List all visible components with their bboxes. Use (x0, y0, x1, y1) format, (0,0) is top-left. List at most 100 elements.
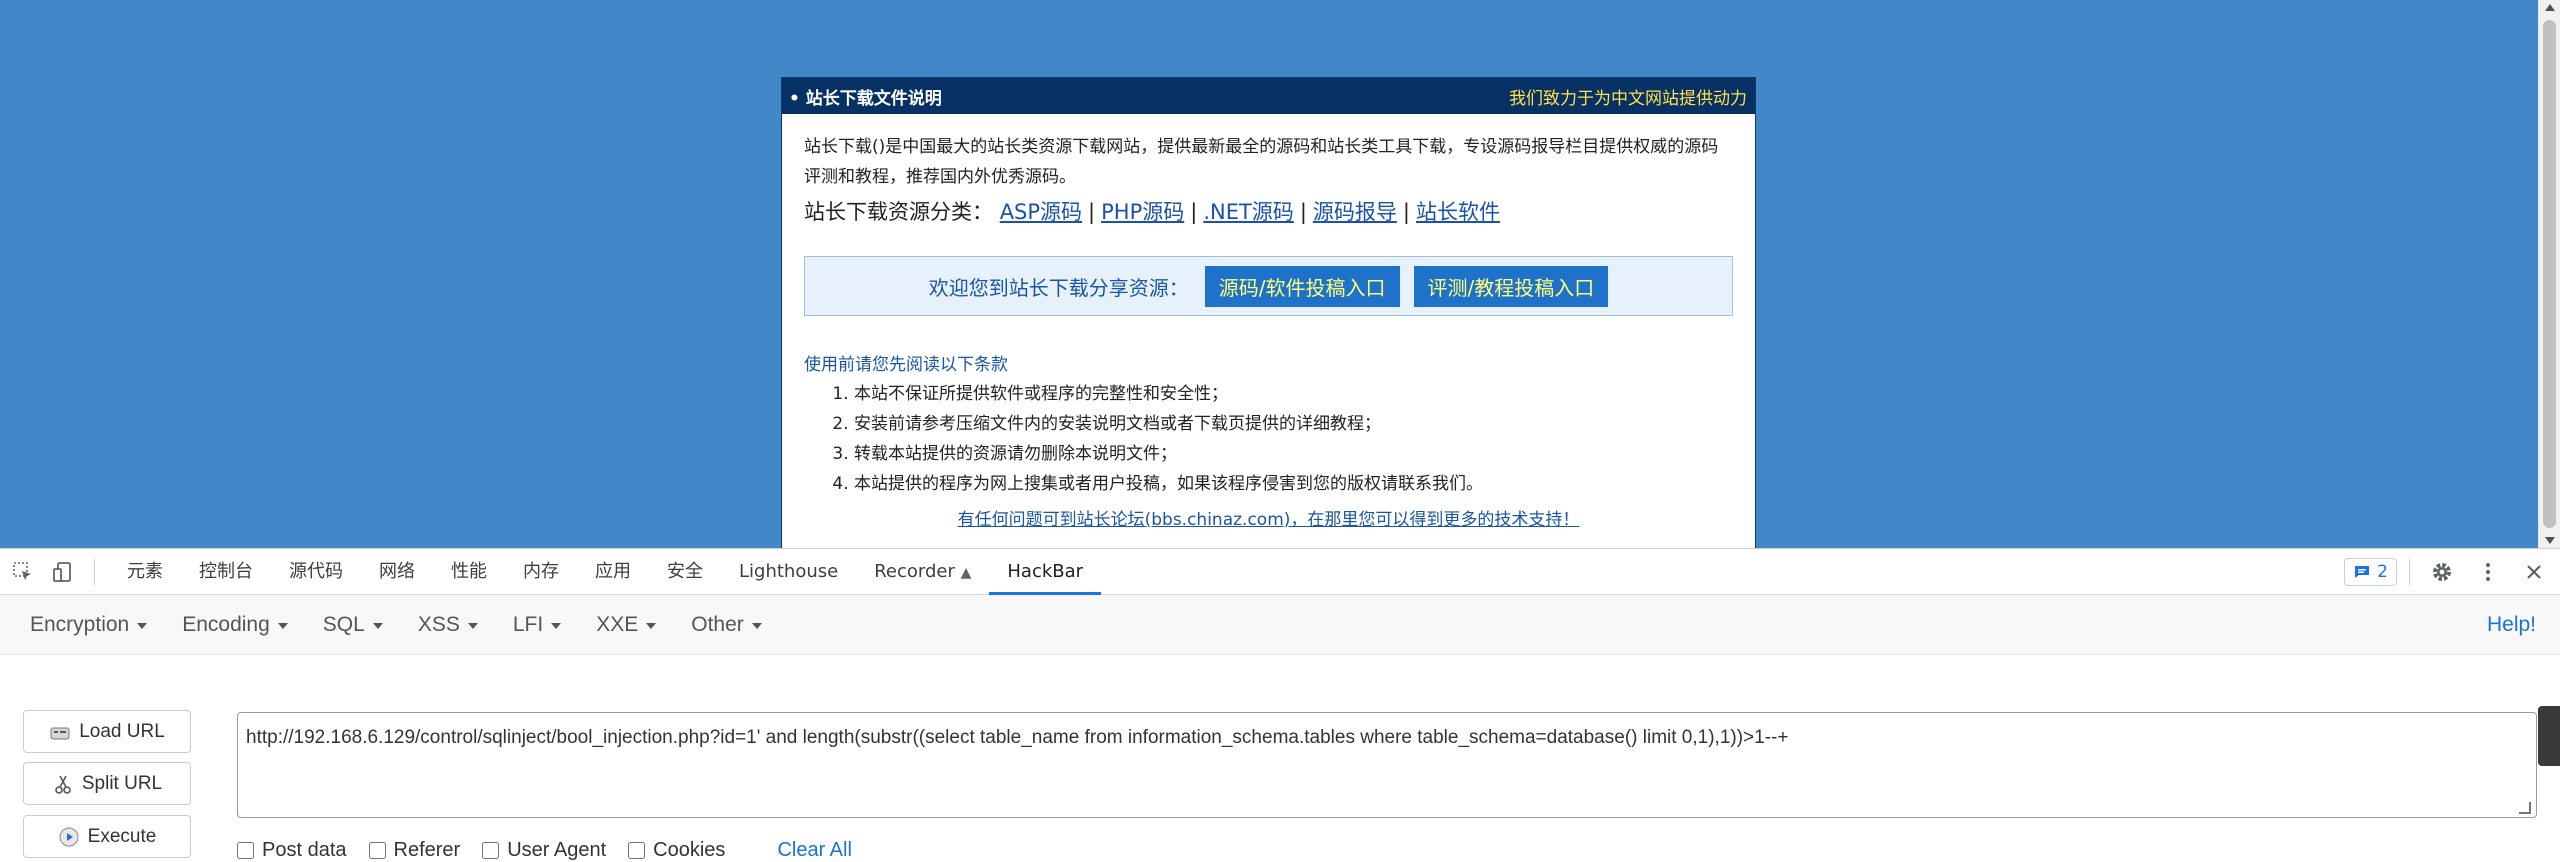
more-options-icon[interactable] (2468, 552, 2508, 592)
notice-body: 站长下载()是中国最大的站长类资源下载网站，提供最新最全的源码和站长类工具下载，… (782, 132, 1755, 530)
tab-hackbar[interactable]: HackBar (989, 549, 1102, 595)
toolbar-divider (2409, 559, 2410, 585)
submit-source-button[interactable]: 源码/软件投稿入口 (1204, 265, 1400, 307)
option-user-agent[interactable]: User Agent (482, 839, 606, 862)
terms-title: 使用前请您先阅读以下条款 (804, 355, 1008, 375)
menu-label: XSS (417, 612, 460, 636)
devtools-tabbar: 元素 控制台 源代码 网络 性能 内存 应用 安全 Lighthouse Rec… (0, 549, 2560, 595)
categories-row: 站长下载资源分类： ASP源码 | PHP源码 | .NET源码 | 源码报导 | 站长软件 (804, 196, 1733, 226)
submit-tutorial-button[interactable]: 评测/教程投稿入口 (1413, 265, 1609, 307)
tab-memory[interactable]: 内存 (505, 549, 577, 595)
option-label: Cookies (653, 839, 726, 861)
issues-badge[interactable]: 2 (2344, 558, 2397, 586)
category-link-asp[interactable]: ASP源码 (1000, 200, 1082, 224)
url-input[interactable]: http://192.168.6.129/control/sqlinject/b… (237, 712, 2537, 818)
user-agent-checkbox[interactable] (482, 842, 500, 859)
caret-down-icon (277, 622, 288, 629)
hackbar-body: Load URL Split URL Execute http://192.16… (0, 655, 2560, 861)
message-icon (2355, 566, 2370, 578)
execute-label: Execute (87, 825, 157, 847)
caret-down-icon (751, 622, 762, 629)
scroll-down-icon[interactable] (2545, 537, 2555, 544)
page-viewport: • 站长下载文件说明 我们致力于为中文网站提供动力 站长下载()是中国最大的站长… (0, 0, 2560, 548)
share-box: 欢迎您到站长下载分享资源： 源码/软件投稿入口 评测/教程投稿入口 (804, 256, 1733, 316)
terms-item: 本站不保证所提供软件或程序的完整性和安全性； (854, 379, 1733, 409)
caret-down-icon (646, 622, 657, 629)
side-panel-handle[interactable] (2538, 706, 2560, 766)
cookies-checkbox[interactable] (628, 842, 646, 859)
scroll-up-icon[interactable] (2545, 4, 2555, 11)
option-referer[interactable]: Referer (368, 839, 461, 862)
caret-down-icon (467, 622, 478, 629)
menu-encoding[interactable]: Encoding (182, 613, 288, 637)
option-label: Post data (262, 839, 347, 861)
category-separator: | (1088, 200, 1096, 224)
option-label: Referer (393, 839, 461, 861)
hackbar-options: Post data Referer User Agent Cookies Cle… (237, 839, 852, 862)
tab-recorder[interactable]: Recorder ▲ (856, 549, 989, 595)
tab-application[interactable]: 应用 (577, 549, 649, 595)
menu-label: SQL (322, 612, 365, 636)
device-toolbar-icon[interactable] (46, 554, 80, 590)
gear-icon[interactable] (2422, 552, 2462, 592)
page-scrollbar[interactable] (2538, 0, 2560, 548)
tab-sources[interactable]: 源代码 (271, 549, 361, 595)
devtools-panel: 元素 控制台 源代码 网络 性能 内存 应用 安全 Lighthouse Rec… (0, 548, 2560, 861)
hackbar-menubar: Encryption Encoding SQL XSS LFI XXE Othe… (0, 595, 2560, 655)
load-url-button[interactable]: Load URL (23, 710, 191, 753)
share-text: 欢迎您到站长下载分享资源： (928, 275, 1189, 300)
tab-elements[interactable]: 元素 (109, 549, 181, 595)
option-post-data[interactable]: Post data (237, 839, 347, 862)
flask-icon: ▲ (960, 564, 972, 581)
intro-text: 站长下载()是中国最大的站长类资源下载网站，提供最新最全的源码和站长类工具下载，… (804, 137, 1719, 187)
terms-item: 安装前请参考压缩文件内的安装说明文档或者下载页提供的详细教程； (854, 409, 1733, 439)
resize-handle-icon[interactable] (2519, 802, 2531, 814)
category-link-software[interactable]: 站长软件 (1416, 200, 1500, 224)
notice-title: • 站长下载文件说明 (789, 88, 942, 109)
caret-down-icon (137, 622, 148, 629)
notice-slogan: 我们致力于为中文网站提供动力 (1509, 88, 1747, 109)
tab-lighthouse[interactable]: Lighthouse (721, 549, 856, 595)
option-label: User Agent (507, 839, 607, 861)
menu-label: LFI (512, 612, 544, 636)
tab-security[interactable]: 安全 (649, 549, 721, 595)
category-separator: | (1299, 200, 1307, 224)
toolbar-divider (94, 558, 95, 585)
terms-item: 本站提供的程序为网上搜集或者用户投稿，如果该程序侵害到您的版权请联系我们。 (854, 469, 1733, 499)
inspect-element-icon[interactable] (6, 554, 40, 590)
menu-xss[interactable]: XSS (418, 613, 478, 637)
scrollbar-thumb[interactable] (2543, 20, 2556, 528)
split-url-button[interactable]: Split URL (23, 762, 191, 805)
menu-label: XXE (596, 612, 639, 636)
referer-checkbox[interactable] (368, 842, 386, 859)
tab-console[interactable]: 控制台 (181, 549, 271, 595)
category-separator: | (1402, 200, 1410, 224)
play-icon (59, 827, 79, 846)
tab-performance[interactable]: 性能 (433, 549, 505, 595)
forum-link[interactable]: 有任何问题可到站长论坛(bbs.chinaz.com)，在那里您可以得到更多的技… (804, 505, 1733, 530)
post-data-checkbox[interactable] (237, 842, 254, 859)
category-link-php[interactable]: PHP源码 (1101, 200, 1184, 224)
menu-encryption[interactable]: Encryption (30, 612, 148, 637)
menu-xxe[interactable]: XXE (596, 612, 657, 637)
menu-label: Other (691, 612, 744, 636)
terms-item: 转载本站提供的资源请勿删除本说明文件； (854, 439, 1733, 469)
menu-sql[interactable]: SQL (323, 613, 383, 637)
close-icon[interactable] (2514, 552, 2554, 592)
load-url-label: Load URL (79, 720, 165, 742)
categories-label: 站长下载资源分类： (804, 200, 993, 224)
split-url-label: Split URL (81, 772, 163, 794)
clear-all-link[interactable]: Clear All (777, 839, 851, 862)
category-link-net[interactable]: .NET源码 (1203, 200, 1293, 224)
menu-other[interactable]: Other (691, 613, 762, 637)
execute-button[interactable]: Execute (23, 815, 191, 858)
caret-down-icon (551, 622, 562, 629)
tab-network[interactable]: 网络 (361, 549, 433, 595)
help-link[interactable]: Help! (2487, 595, 2536, 655)
issues-count: 2 (2377, 562, 2388, 582)
option-cookies[interactable]: Cookies (628, 839, 725, 862)
menu-lfi[interactable]: LFI (512, 612, 562, 637)
load-url-icon (50, 727, 70, 739)
menu-label: Encryption (30, 612, 130, 636)
category-link-report[interactable]: 源码报导 (1313, 200, 1397, 224)
